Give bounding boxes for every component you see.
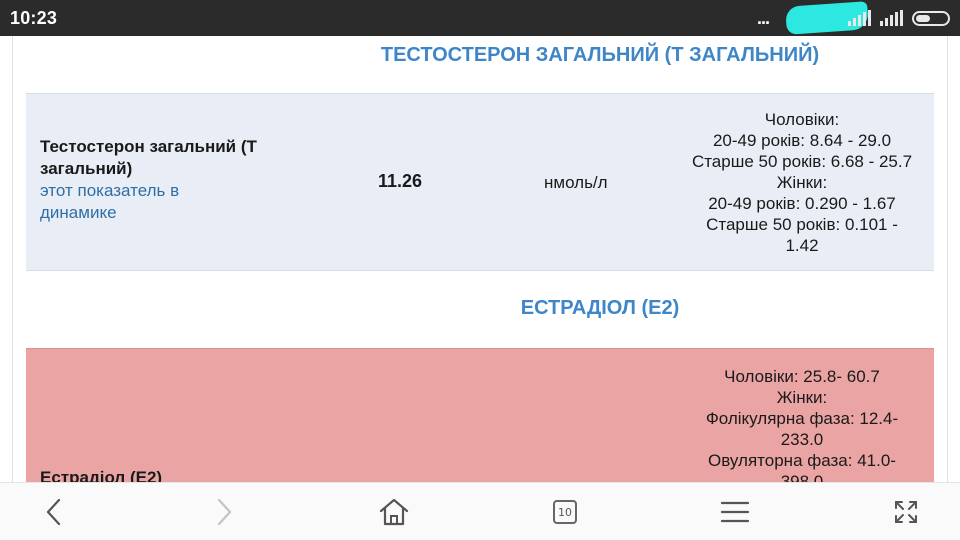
left-border <box>12 36 13 482</box>
tabs-button[interactable]: 10 <box>545 493 585 531</box>
home-button[interactable] <box>374 493 414 531</box>
home-icon <box>379 498 409 526</box>
reference-line: Жінки: <box>776 173 828 192</box>
forward-arrow-icon <box>217 498 232 526</box>
status-bar: 10:23 ... <box>0 0 960 36</box>
tabs-icon: 10 <box>553 500 577 524</box>
result-value: 11.26 <box>378 171 423 191</box>
result-row-testosterone: Тестостерон загальний (Т загальний) этот… <box>26 93 934 271</box>
fullscreen-button[interactable] <box>886 493 926 531</box>
menu-button[interactable] <box>715 493 755 531</box>
reference-line: 1.42 <box>785 236 819 255</box>
back-button[interactable] <box>34 493 74 531</box>
reference-line: 398.0 <box>780 472 824 482</box>
reference-line: Чоловіки: <box>764 110 840 129</box>
notification-dots-icon: ... <box>757 8 770 28</box>
test-name-cell: Естрадіол (Е2) <box>40 467 340 482</box>
reference-line: 20-49 років: 0.290 - 1.67 <box>708 194 896 213</box>
test-name: Естрадіол (Е2) <box>40 468 163 482</box>
test-name: Тестостерон загальний (Т <box>40 137 257 156</box>
fullscreen-icon <box>895 501 917 523</box>
reference-range: Чоловіки: 20-49 років: 8.64 - 29.0 Старш… <box>667 109 937 256</box>
reference-line: Жінки: <box>776 388 828 407</box>
forward-button[interactable] <box>204 493 244 531</box>
test-name-cell: Тестостерон загальний (Т загальний) этот… <box>40 136 340 224</box>
reference-line: 20-49 років: 8.64 - 29.0 <box>712 131 892 150</box>
signal-strength-icon-2 <box>880 10 903 26</box>
web-content[interactable]: ТЕСТОСТЕРОН ЗАГАЛЬНИЙ (Т ЗАГАЛЬНИЙ) Тест… <box>0 36 960 482</box>
status-time: 10:23 <box>10 8 58 28</box>
battery-icon <box>912 11 950 26</box>
section-title-estradiol: ЕСТРАДІОЛ (Е2) <box>520 297 680 319</box>
section-title-testosterone: ТЕСТОСТЕРОН ЗАГАЛЬНИЙ (Т ЗАГАЛЬНИЙ) <box>380 44 820 66</box>
result-row-estradiol: Естрадіол (Е2) Чоловіки: 25.8- 60.7 Жінк… <box>26 348 934 482</box>
reference-line: Старше 50 років: 6.68 - 25.7 <box>691 152 913 171</box>
browser-nav-bar: 10 <box>0 482 960 540</box>
right-border <box>947 36 948 482</box>
test-name-cont: загальний) <box>40 159 133 178</box>
reference-line: Овуляторна фаза: 41.0- <box>708 451 896 470</box>
back-arrow-icon <box>46 498 61 526</box>
dynamics-link[interactable]: этот показатель в <box>40 180 340 202</box>
reference-line: Фолікулярна фаза: 12.4- <box>705 409 899 428</box>
signal-strength-icon <box>848 10 871 26</box>
reference-line: Чоловіки: 25.8- 60.7 <box>724 367 880 386</box>
reference-line: Старше 50 років: 0.101 - <box>706 215 898 234</box>
reference-range: Чоловіки: 25.8- 60.7 Жінки: Фолікулярна … <box>667 366 937 482</box>
reference-line: 233.0 <box>780 430 824 449</box>
menu-icon <box>720 501 750 523</box>
result-unit: нмоль/л <box>544 173 608 192</box>
dynamics-link-cont[interactable]: динамике <box>40 202 340 224</box>
